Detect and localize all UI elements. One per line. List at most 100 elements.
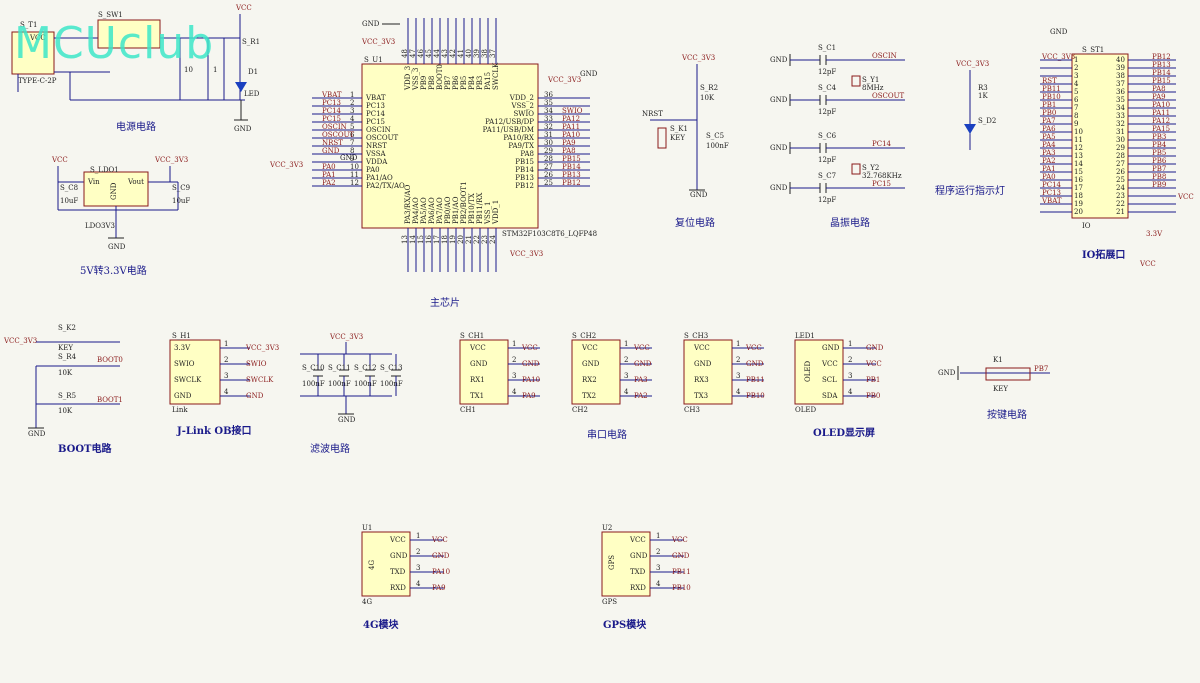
io-pin-number: 9 — [1074, 120, 1078, 128]
svg-text:BOOT0: BOOT0 — [97, 356, 123, 364]
svg-text:OLED: OLED — [804, 361, 812, 382]
crystal-title: 晶振电路 — [830, 216, 870, 229]
io-pin-number: 18 — [1074, 192, 1083, 200]
svg-text:BOOT1: BOOT1 — [97, 396, 123, 404]
oled-pin-number: 2 — [848, 356, 852, 364]
mcu-pin-number: 3 — [350, 107, 354, 115]
svg-text:IO: IO — [1082, 222, 1091, 230]
mcu-net-label: PA1 — [322, 171, 336, 179]
mcu-pin-number: 14 — [409, 235, 417, 244]
mcu-net-label: PC14 — [322, 107, 342, 115]
mcu-net-label: OSCOUT — [322, 131, 355, 139]
gps-title: GPS模块 — [603, 618, 647, 631]
mcu-block: S_U1 STM32F103C8T6_LQFP48 VBAT1VBATPC132… — [269, 18, 598, 309]
reset-circuit: VCC_3V3 S_R2 10K NRST S_K1 KEY S_C5 100n… — [642, 54, 729, 229]
mcu-pin-number: 31 — [544, 131, 553, 139]
uart-ref: S_CH2 — [572, 332, 596, 340]
uart-title: 串口电路 — [587, 428, 627, 441]
io-pin-number: 27 — [1116, 160, 1125, 168]
uart-pin-name: TX2 — [582, 392, 596, 400]
io-net-label: PB3 — [1152, 133, 1166, 141]
io-pin-number: 14 — [1074, 160, 1083, 168]
module-pin-name: TXD — [630, 568, 646, 576]
schematic-drawing: S_T1 TYPE-C-2P VCC S_SW1 VCC 10 1 S_R1 D… — [3, 4, 1194, 631]
io-net-label: PA15 — [1152, 125, 1170, 133]
status-led-icon — [964, 124, 976, 134]
io-pin-number: 10 — [1074, 128, 1083, 136]
crystal-cap-label: S_C4 — [818, 84, 837, 92]
uart-pin-number: 3 — [624, 372, 628, 380]
mcu-net-label: PA0 — [322, 163, 336, 171]
oled-net: PB1 — [866, 376, 880, 384]
svg-text:10uF: 10uF — [60, 197, 78, 205]
module-pin-name: GND — [390, 552, 408, 560]
uart-net: PA2 — [634, 392, 648, 400]
crystal-gnd: GND — [770, 144, 788, 152]
mcu-pin-name: PC14 — [366, 110, 386, 118]
mcu-pin-number: 10 — [350, 163, 359, 171]
t1-type: TYPE-C-2P — [18, 77, 57, 85]
mcu-pin-name: PA7/AO — [436, 197, 444, 224]
module-pin-name: GND — [630, 552, 648, 560]
io-net-label: PA12 — [1152, 117, 1170, 125]
uart-pin-number: 2 — [736, 356, 740, 364]
io-pin-number: 25 — [1116, 176, 1125, 184]
mcu-pin-number: 19 — [449, 235, 457, 244]
io-pin-number: 6 — [1074, 96, 1079, 104]
io-net-label: PA4 — [1042, 141, 1056, 149]
module-vertical-name: 4G — [368, 560, 376, 570]
svg-text:KEY: KEY — [58, 344, 73, 352]
svg-text:Vout: Vout — [127, 178, 144, 186]
uart-pin-number: 1 — [512, 340, 516, 348]
mcu-pin-name: PB5 — [460, 76, 468, 90]
mcu-pin-name: PA2/TX/AO — [366, 182, 405, 190]
mcu-pin-number: 13 — [401, 235, 409, 244]
mcu-net-label: VBAT — [321, 91, 342, 99]
crystal-cap-value: 12pF — [818, 108, 836, 116]
io-pin-number: 4 — [1074, 80, 1079, 88]
crystal-cap-value: 12pF — [818, 196, 836, 204]
jlink-pin-name: SWIO — [174, 360, 195, 368]
mcu-pin-name: PC13 — [366, 102, 385, 110]
mcu-pin-name: NRST — [366, 142, 387, 150]
mcu-pin-number: 5 — [350, 123, 354, 131]
module-pin-name: VCC — [629, 536, 646, 544]
mcu-pin-number: 46 — [417, 49, 425, 58]
mcu-pin-name: PB14 — [515, 166, 534, 174]
io-pin-number: 22 — [1116, 200, 1125, 208]
mcu-pin-name: OSCIN — [366, 126, 391, 134]
mcu-pin-name: PA10/RX — [503, 134, 534, 142]
io-net-label: PB5 — [1152, 149, 1166, 157]
mcu-pin-name: VSS_1 — [484, 202, 492, 225]
module-pin-number: 4 — [416, 580, 421, 588]
svg-text:10uF: 10uF — [172, 197, 190, 205]
mcu-pin-name: PB9 — [420, 76, 428, 90]
io-pin-number: 13 — [1074, 152, 1083, 160]
uart-pin-number: 4 — [624, 388, 629, 396]
io-pin-number: 7 — [1074, 104, 1078, 112]
io-pin-number: 11 — [1074, 136, 1083, 144]
mcu-pin-number: 16 — [425, 235, 433, 244]
power-vcc: VCC — [235, 4, 252, 12]
io-net-label: PA6 — [1042, 125, 1056, 133]
svg-text:K1: K1 — [993, 356, 1003, 364]
io-net-label: VCC_3V3 — [1041, 53, 1075, 61]
io-net-label: PA0 — [1042, 173, 1056, 181]
io-net-label: PB0 — [1042, 109, 1056, 117]
mcu-pin-name: PB4 — [468, 75, 476, 90]
jlink-pin-name: SWCLK — [174, 376, 202, 384]
mcu-pin-number: 18 — [441, 235, 449, 244]
io-pin-number: 32 — [1116, 120, 1125, 128]
filter-cap-label: S_C12 — [354, 364, 377, 372]
mcu-pin-name: VSS_2 — [511, 102, 534, 110]
mcu-pin-name: PA11/USB/DM — [483, 126, 534, 134]
uart-pin-name: RX1 — [470, 376, 485, 384]
io-header: S_ST1 GND 1VCC_3V3234RST5PB116PB107PB18P… — [1040, 28, 1194, 268]
uart-net: PB11 — [746, 376, 765, 384]
uart-pin-name: VCC — [469, 344, 486, 352]
mcu-pin-number: 30 — [544, 139, 553, 147]
mcu-pin-name: PB15 — [515, 158, 534, 166]
io-net-label: PB12 — [1152, 53, 1171, 61]
mcu-top-pins: VDD_3 48 VSS_3 47 PB9 46 PB8 45BOOT0 44 PB7 43 PB6 4… — [401, 18, 500, 91]
io-pin-number: 38 — [1116, 72, 1125, 80]
